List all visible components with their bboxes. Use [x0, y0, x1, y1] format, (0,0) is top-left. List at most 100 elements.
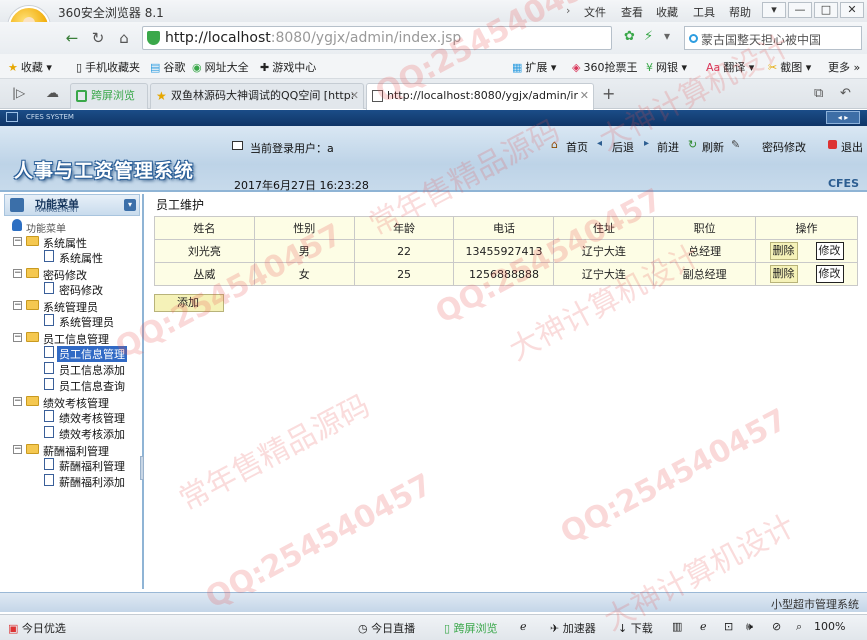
expand-toggle-icon[interactable]: − — [13, 397, 22, 406]
tab-localhost[interactable]: http://localhost:8080/ygjx/admin/ir ✕ — [366, 83, 594, 110]
sidebar-item-salary-add[interactable]: 薪酬福利添加 — [59, 474, 125, 490]
table-row: 刘光亮 男 22 13455927413 辽宁大连 总经理 删除 修改 — [154, 239, 858, 263]
sidebar-item-employee-add[interactable]: 员工信息添加 — [59, 362, 125, 378]
sidebar-item-salary-manage[interactable]: 薪酬福利管理 — [59, 458, 125, 474]
status-live[interactable]: ◷ 今日直播 — [358, 620, 415, 636]
page-icon — [44, 282, 54, 294]
bookmark-sites[interactable]: ◉ 网址大全 — [192, 59, 249, 75]
menu-tools[interactable]: 工具 — [693, 4, 715, 20]
edit-button[interactable]: 修改 — [815, 242, 844, 260]
sidebar-item-performance-add[interactable]: 绩效考核添加 — [59, 426, 125, 442]
speed-icon[interactable]: ⚡ — [644, 29, 653, 44]
status-volume-icon[interactable]: 🕪 — [746, 620, 753, 634]
bookmark-google[interactable]: ▤ 谷歌 — [150, 59, 185, 75]
page-icon — [372, 90, 383, 102]
status-sidebar-icon[interactable]: ▥ — [672, 620, 682, 633]
sidebar-toggle-icon[interactable]: |▷ — [12, 86, 25, 100]
sidebar-item-system-props[interactable]: 系统属性 — [59, 250, 103, 266]
bookmark-extensions[interactable]: ▦ 扩展 ▾ — [512, 59, 556, 75]
edit-button[interactable]: 修改 — [815, 265, 844, 283]
header-forward-link[interactable]: 前进 — [657, 139, 679, 155]
expand-toggle-icon[interactable]: − — [13, 237, 22, 246]
header-password-link[interactable]: 密码修改 — [762, 139, 806, 155]
status-accelerator[interactable]: ✈ 加速器 — [550, 620, 596, 636]
page-icon — [44, 378, 54, 390]
expand-toggle-icon[interactable]: − — [13, 269, 22, 278]
strip-nav-buttons[interactable]: ◂ ▸ — [826, 111, 860, 124]
menu-favorites[interactable]: 收藏 — [656, 4, 678, 20]
refresh-icon[interactable]: ↻ — [88, 28, 108, 48]
back-arrow-icon[interactable]: ← — [62, 28, 82, 48]
delete-button[interactable]: 删除 — [769, 265, 798, 283]
sidebar-group-admins[interactable]: 系统管理员 — [43, 299, 98, 315]
close-tab-icon[interactable]: ✕ — [580, 84, 589, 108]
sidebar-item-employee-manage[interactable]: 员工信息管理 — [57, 346, 127, 362]
status-today-picks[interactable]: ▣ 今日优选 — [8, 620, 66, 636]
extension-icon[interactable]: ✿ — [624, 29, 635, 44]
maximize-button[interactable]: □ — [814, 2, 838, 18]
sidebar-subtitle: MANAGEMENT — [35, 207, 79, 214]
restore-tabs-icon[interactable]: ⧉ — [814, 86, 823, 101]
sidebar-group-employees[interactable]: 员工信息管理 — [43, 331, 109, 347]
bookmark-mobile[interactable]: ▯ 手机收藏夹 — [76, 59, 140, 75]
bookmark-bank[interactable]: ¥ 网银 ▾ — [646, 59, 687, 75]
chevron-right-icon[interactable]: › — [566, 4, 570, 17]
header-back-link[interactable]: 后退 — [612, 139, 634, 155]
status-zoom[interactable]: 100% — [814, 620, 845, 633]
sidebar-group-salary[interactable]: 薪酬福利管理 — [43, 443, 109, 459]
close-tab-icon[interactable]: ✕ — [350, 84, 359, 108]
status-crop-icon[interactable]: ⊡ — [724, 620, 733, 633]
status-security-icon[interactable]: ℯ — [700, 620, 707, 633]
dropdown-arrow-icon[interactable]: ▾ — [664, 29, 670, 43]
skin-button[interactable]: ▾ — [762, 2, 786, 18]
search-box[interactable]: 蒙古国整天担心被中国 — [684, 26, 862, 50]
close-button[interactable]: ✕ — [840, 2, 864, 18]
expand-toggle-icon[interactable]: − — [13, 301, 22, 310]
minimize-button[interactable]: — — [788, 2, 812, 18]
status-download[interactable]: ↓ 下载 — [618, 620, 653, 636]
cloud-icon[interactable]: ☁ — [46, 86, 59, 101]
status-search-icon[interactable]: ⌕ — [796, 620, 802, 634]
new-tab-icon[interactable]: + — [602, 84, 615, 103]
sidebar-item-admins[interactable]: 系统管理员 — [59, 314, 114, 330]
sidebar-group-system-props[interactable]: 系统属性 — [43, 235, 87, 251]
bookmark-more[interactable]: 更多 » — [828, 59, 860, 75]
menu-help[interactable]: 帮助 — [729, 4, 751, 20]
bookmark-screenshot[interactable]: ✂ 截图 ▾ — [768, 59, 811, 75]
collapse-sidebar-icon[interactable]: ▾ — [124, 199, 136, 211]
sidebar-group-password[interactable]: 密码修改 — [43, 267, 87, 283]
home-icon[interactable]: ⌂ — [114, 28, 134, 48]
status-cross-screen[interactable]: ▯ 跨屏浏览 — [444, 620, 498, 636]
expand-toggle-icon[interactable]: − — [13, 333, 22, 342]
status-ie-icon[interactable]: ℯ — [520, 620, 527, 633]
folder-icon — [26, 300, 39, 310]
bookmark-translate[interactable]: Aa 翻译 ▾ — [706, 59, 754, 75]
expand-toggle-icon[interactable]: − — [13, 445, 22, 454]
sidebar-item-password[interactable]: 密码修改 — [59, 282, 103, 298]
search-input[interactable]: 蒙古国整天担心被中国 — [701, 31, 821, 48]
menu-file[interactable]: 文件 — [584, 4, 606, 20]
delete-button[interactable]: 删除 — [769, 242, 798, 260]
add-button[interactable]: 添加 — [154, 294, 224, 312]
menu-view[interactable]: 查看 — [621, 4, 643, 20]
header-exit-link[interactable]: 退出 — [841, 139, 863, 155]
address-bar[interactable]: http://localhost:8080/ygjx/admin/index.j… — [142, 26, 612, 50]
sidebar-item-employee-query[interactable]: 员工信息查询 — [59, 378, 125, 394]
bookmark-tickets[interactable]: ◈ 360抢票王 — [572, 59, 637, 75]
bookmark-favorites[interactable]: ★ 收藏 ▾ — [8, 59, 52, 75]
sidebar-item-performance-manage[interactable]: 绩效考核管理 — [59, 410, 125, 426]
bookmark-games[interactable]: ✚ 游戏中心 — [260, 59, 316, 75]
status-zoom-icon[interactable]: ⊘ — [772, 620, 781, 633]
sidebar-group-performance[interactable]: 绩效考核管理 — [43, 395, 109, 411]
tab-qq-space[interactable]: ★ 双鱼林源码大神调试的QQ空间 [http: ✕ — [150, 83, 364, 109]
sidebar: 功能菜单 MANAGEMENT ▾ 功能菜单 − 系统属性 系统属性 − 密码修… — [4, 194, 144, 589]
folder-icon — [26, 268, 39, 278]
page-icon — [44, 426, 54, 438]
splitter-handle[interactable] — [140, 456, 144, 480]
undo-icon[interactable]: ↶ — [840, 86, 851, 101]
tab-cross-screen[interactable]: 跨屏浏览 — [70, 83, 148, 109]
address-text[interactable]: http://localhost:8080/ygjx/admin/index.j… — [165, 30, 461, 46]
header-refresh-link[interactable]: 刷新 — [702, 139, 724, 155]
header-home-link[interactable]: 首页 — [566, 139, 588, 155]
phone-icon: ▯ — [76, 61, 83, 74]
